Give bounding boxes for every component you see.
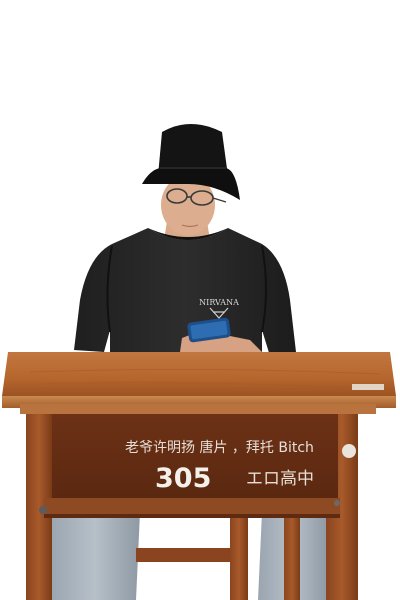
photo: NIRVANA 老爷许明扬 唐片 ，拜托 Bitch 305 エロ高中 (0, 0, 400, 600)
desk-rail (44, 498, 340, 516)
shirt-logo-text: NIRVANA (199, 298, 239, 307)
knob (342, 444, 356, 458)
desk-class-number: 305 (155, 463, 211, 494)
desk-graffiti-line: 老爷许明扬 唐片 ，拜托 Bitch (125, 439, 314, 456)
desk-school-name: エロ高中 (246, 469, 314, 489)
person: NIRVANA (74, 124, 296, 356)
desk-sticker (352, 384, 384, 390)
screw (39, 506, 47, 514)
desk-top (2, 352, 396, 396)
photo-scene: NIRVANA 老爷许明扬 唐片 ，拜托 Bitch 305 エロ高中 (2, 124, 396, 600)
